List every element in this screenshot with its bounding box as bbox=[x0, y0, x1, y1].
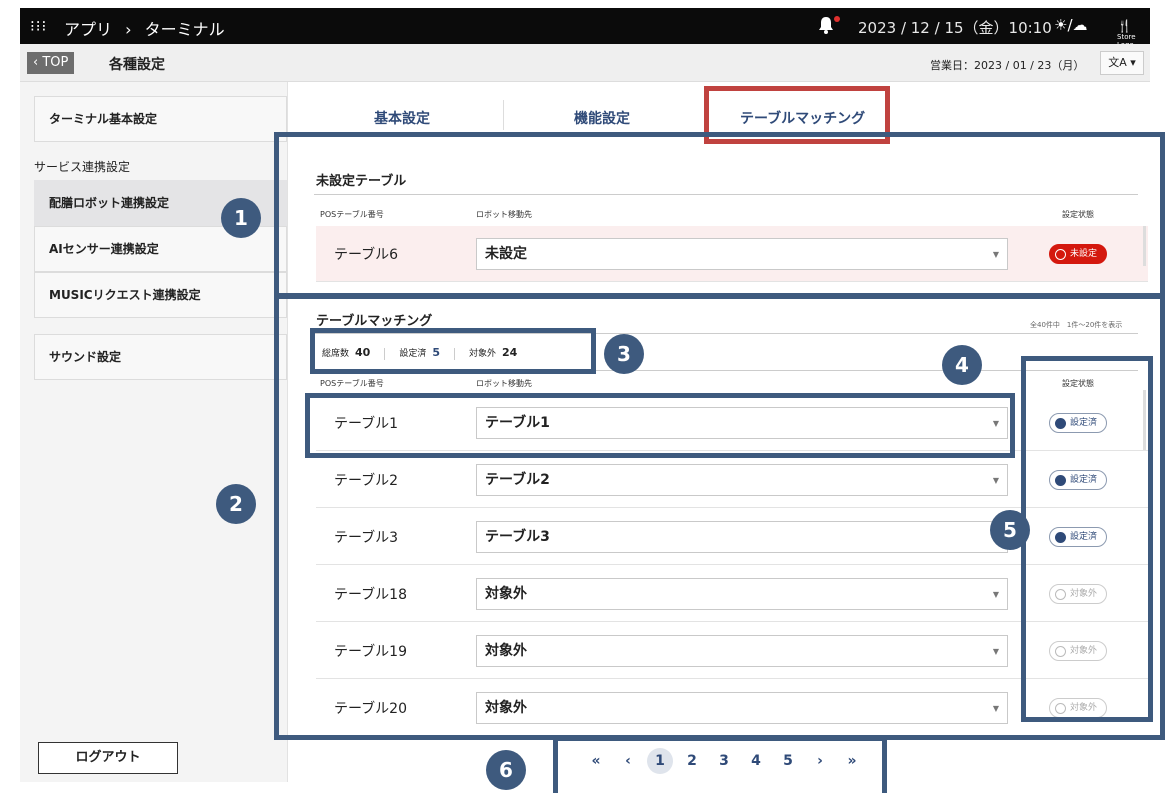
annotation-badge-2: 2 bbox=[216, 484, 256, 524]
highlight-box-4 bbox=[305, 393, 1015, 458]
bell-icon[interactable] bbox=[818, 16, 840, 36]
tab-function[interactable]: 機能設定 bbox=[574, 108, 630, 128]
tab-basic[interactable]: 基本設定 bbox=[374, 108, 430, 128]
sidebar: ターミナル基本設定 サービス連携設定 配膳ロボット連携設定 AIセンサー連携設定… bbox=[20, 82, 288, 782]
annotation-badge-5: 5 bbox=[990, 510, 1030, 550]
breadcrumb: アプリ › ターミナル bbox=[64, 16, 233, 40]
breadcrumb-current: ターミナル bbox=[144, 20, 225, 39]
annotation-badge-3: 3 bbox=[604, 334, 644, 374]
business-date: 営業日：2023 / 01 / 23（月） bbox=[930, 59, 1085, 72]
top-bar: ⁝⁝⁝ アプリ › ターミナル 2023 / 12 / 15（金）10:10 ☀… bbox=[20, 8, 1150, 49]
back-button-label: TOP bbox=[42, 55, 69, 70]
highlight-box-5 bbox=[1021, 356, 1153, 722]
chevron-right-icon: › bbox=[125, 20, 132, 39]
language-button[interactable]: 文A ▾ bbox=[1100, 51, 1144, 75]
sidebar-item-terminal[interactable]: ターミナル基本設定 bbox=[34, 96, 287, 142]
logout-button[interactable]: ログアウト bbox=[38, 742, 178, 774]
cutlery-icon: 🍴 bbox=[1117, 19, 1132, 33]
page-title: 各種設定 bbox=[109, 57, 165, 73]
sidebar-item-music[interactable]: MUSICリクエスト連携設定 bbox=[34, 272, 287, 318]
weather-icon: ☀/☁ bbox=[1054, 16, 1088, 34]
grid-icon[interactable]: ⁝⁝⁝ bbox=[30, 17, 47, 35]
tab-divider bbox=[503, 100, 504, 130]
translate-icon: 文A bbox=[1108, 56, 1127, 69]
sidebar-heading-service: サービス連携設定 bbox=[34, 160, 131, 174]
highlight-box-3 bbox=[310, 328, 596, 374]
annotation-badge-1: 1 bbox=[221, 198, 261, 238]
breadcrumb-app[interactable]: アプリ bbox=[64, 20, 112, 39]
annotation-badge-6: 6 bbox=[486, 750, 526, 790]
highlight-box-1 bbox=[274, 132, 1165, 298]
annotation-badge-4: 4 bbox=[942, 345, 982, 385]
notification-dot bbox=[834, 16, 840, 22]
sidebar-item-sound[interactable]: サウンド設定 bbox=[34, 334, 287, 380]
back-button[interactable]: ‹ TOP bbox=[27, 52, 75, 74]
highlight-box-6 bbox=[553, 736, 887, 793]
sub-header: ‹ TOP 各種設定 営業日：2023 / 01 / 23（月） 文A ▾ bbox=[20, 44, 1150, 82]
datetime: 2023 / 12 / 15（金）10:10 bbox=[858, 19, 1052, 37]
